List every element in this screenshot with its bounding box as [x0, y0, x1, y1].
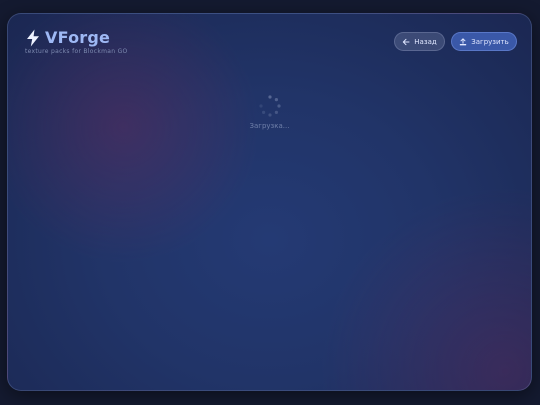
upload-button-label: Загрузить [471, 37, 509, 46]
spinner-icon [258, 95, 281, 117]
brand: VForge texture packs for Blockman GO [25, 28, 128, 55]
arrow-left-icon [403, 38, 410, 45]
app-subtitle: texture packs for Blockman GO [25, 48, 128, 55]
upload-icon [460, 37, 467, 45]
upload-button[interactable]: Загрузить [451, 32, 517, 51]
loading-text: Загрузка... [249, 122, 290, 130]
app-window: VForge texture packs for Blockman GO Наз… [7, 13, 532, 391]
lightning-bolt-icon [27, 29, 39, 46]
brand-row: VForge [25, 28, 128, 47]
loading-indicator: Загрузка... [8, 94, 531, 130]
app-title: VForge [45, 28, 111, 47]
back-button[interactable]: Назад [394, 32, 445, 51]
back-button-label: Назад [414, 37, 437, 46]
